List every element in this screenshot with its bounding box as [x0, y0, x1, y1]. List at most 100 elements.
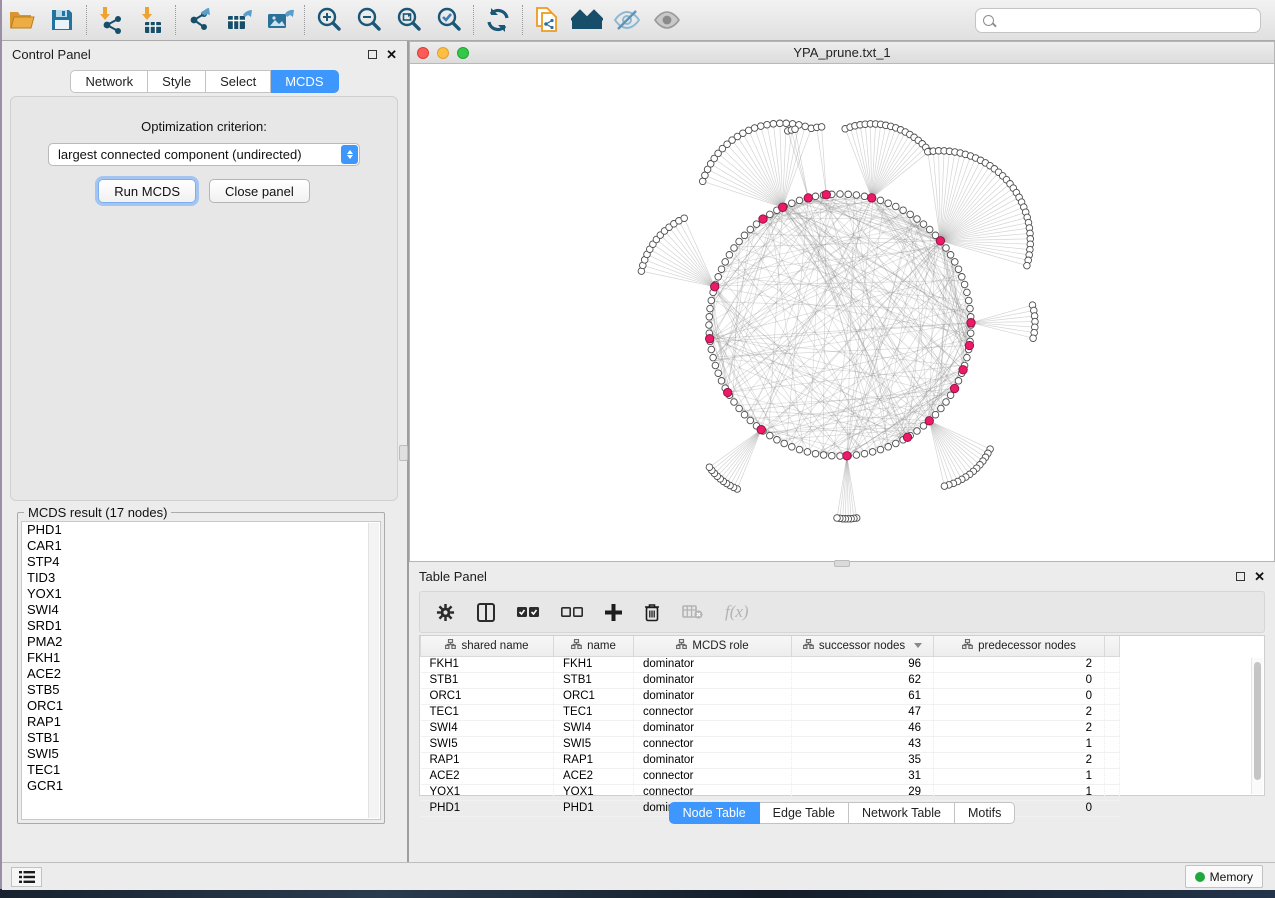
table-row[interactable]: FKH1FKH1dominator962 [421, 656, 1120, 672]
table-cell[interactable]: 2 [934, 752, 1105, 768]
table-cell[interactable]: RAP1 [421, 752, 554, 768]
table-cell[interactable]: dominator [634, 656, 792, 672]
table-cell[interactable]: dominator [634, 752, 792, 768]
network-canvas[interactable] [410, 65, 1274, 562]
search-field[interactable] [975, 8, 1261, 33]
table-cell[interactable]: dominator [634, 720, 792, 736]
table-cell[interactable]: SWI4 [421, 720, 554, 736]
table-scrollbar[interactable] [1251, 658, 1263, 794]
export-image-icon[interactable] [260, 3, 300, 37]
tab-style[interactable]: Style [148, 70, 206, 93]
zoom-in-icon[interactable] [309, 3, 349, 37]
table-row[interactable]: STB1STB1dominator620 [421, 672, 1120, 688]
node-table[interactable]: shared namenameMCDS rolesuccessor nodesp… [419, 635, 1265, 796]
list-item[interactable]: SRD1 [22, 618, 380, 634]
table-scrollbar-thumb[interactable] [1254, 662, 1261, 780]
add-column-icon[interactable] [605, 604, 622, 621]
list-item[interactable]: SWI5 [22, 746, 380, 762]
tab-network-table[interactable]: Network Table [849, 802, 955, 824]
deselect-all-icon[interactable] [561, 606, 583, 618]
list-item[interactable]: FKH1 [22, 650, 380, 666]
criterion-dropdown[interactable]: largest connected component (undirected) [48, 143, 360, 166]
list-item[interactable]: TEC1 [22, 762, 380, 778]
table-cell[interactable]: 1 [934, 768, 1105, 784]
table-row[interactable]: RAP1RAP1dominator352 [421, 752, 1120, 768]
table-cell[interactable]: 31 [792, 768, 934, 784]
table-cell[interactable]: STB1 [421, 672, 554, 688]
table-row[interactable]: SWI5SWI5connector431 [421, 736, 1120, 752]
list-item[interactable]: SWI4 [22, 602, 380, 618]
table-cell[interactable]: ORC1 [421, 688, 554, 704]
export-network-icon[interactable] [180, 3, 220, 37]
delete-column-trash-icon[interactable] [644, 603, 660, 622]
table-cell[interactable]: dominator [634, 688, 792, 704]
table-cell[interactable]: FKH1 [421, 656, 554, 672]
tab-select[interactable]: Select [206, 70, 271, 93]
toggle-graphics-details-icon[interactable] [607, 3, 647, 37]
table-cell[interactable]: connector [634, 704, 792, 720]
table-cell[interactable]: TEC1 [421, 704, 554, 720]
table-cell[interactable]: 29 [792, 784, 934, 800]
table-cell[interactable]: connector [634, 736, 792, 752]
table-cell[interactable]: 46 [792, 720, 934, 736]
table-cell[interactable]: 1 [934, 784, 1105, 800]
tab-node-table[interactable]: Node Table [669, 802, 760, 824]
table-panel-splitter-grip[interactable] [834, 560, 850, 567]
table-cell[interactable]: 2 [934, 720, 1105, 736]
table-cell[interactable]: SWI4 [554, 720, 634, 736]
import-network-icon[interactable] [91, 3, 131, 37]
column-header-successor-nodes[interactable]: successor nodes [792, 636, 934, 656]
table-cell[interactable]: 62 [792, 672, 934, 688]
table-cell[interactable]: STB1 [554, 672, 634, 688]
list-item[interactable]: PMA2 [22, 634, 380, 650]
table-cell[interactable]: 0 [934, 672, 1105, 688]
show-columns-icon[interactable] [477, 603, 495, 622]
list-item[interactable]: CAR1 [22, 538, 380, 554]
table-cell[interactable]: 47 [792, 704, 934, 720]
table-row[interactable]: TEC1TEC1connector472 [421, 704, 1120, 720]
mcds-result-list[interactable]: PHD1CAR1STP4TID3YOX1SWI4SRD1PMA2FKH1ACE2… [21, 521, 381, 820]
table-cell[interactable]: ACE2 [554, 768, 634, 784]
list-item[interactable]: ACE2 [22, 666, 380, 682]
select-all-icon[interactable] [517, 606, 539, 618]
zoom-out-icon[interactable] [349, 3, 389, 37]
table-cell[interactable]: TEC1 [554, 704, 634, 720]
table-row[interactable]: ORC1ORC1dominator610 [421, 688, 1120, 704]
table-cell[interactable]: connector [634, 784, 792, 800]
table-row[interactable]: YOX1YOX1connector291 [421, 784, 1120, 800]
column-header-predecessor-nodes[interactable]: predecessor nodes [934, 636, 1105, 656]
import-table-icon[interactable] [131, 3, 171, 37]
refresh-icon[interactable] [478, 3, 518, 37]
table-cell[interactable]: 96 [792, 656, 934, 672]
open-file-icon[interactable] [2, 3, 42, 37]
table-cell[interactable]: YOX1 [554, 784, 634, 800]
list-item[interactable]: PHD1 [22, 522, 380, 538]
panel-splitter-grip[interactable] [399, 445, 408, 461]
list-item[interactable]: YOX1 [22, 586, 380, 602]
export-table-icon[interactable] [220, 3, 260, 37]
list-item[interactable]: STP4 [22, 554, 380, 570]
table-cell[interactable]: SWI5 [421, 736, 554, 752]
table-cell[interactable]: 1 [934, 736, 1105, 752]
table-cell[interactable]: 2 [934, 704, 1105, 720]
network-window-titlebar[interactable]: YPA_prune.txt_1 [410, 42, 1274, 64]
table-cell[interactable]: connector [634, 768, 792, 784]
table-cell[interactable]: SWI5 [554, 736, 634, 752]
tab-motifs[interactable]: Motifs [955, 802, 1015, 824]
search-input[interactable] [994, 10, 1260, 30]
show-hide-view-icon[interactable] [647, 3, 687, 37]
list-item[interactable]: TID3 [22, 570, 380, 586]
list-item[interactable]: RAP1 [22, 714, 380, 730]
close-panel-icon[interactable]: ✕ [386, 50, 397, 59]
task-history-button[interactable] [11, 867, 42, 887]
float-table-panel-icon[interactable] [1236, 572, 1245, 581]
tab-network[interactable]: Network [70, 70, 148, 93]
list-item[interactable]: STB5 [22, 682, 380, 698]
table-row[interactable]: SWI4SWI4dominator462 [421, 720, 1120, 736]
close-table-panel-icon[interactable]: ✕ [1254, 572, 1265, 581]
table-settings-gear-icon[interactable] [436, 603, 455, 622]
table-cell[interactable]: ACE2 [421, 768, 554, 784]
table-cell[interactable]: 43 [792, 736, 934, 752]
column-header-shared-name[interactable]: shared name [421, 636, 554, 656]
list-item[interactable]: ORC1 [22, 698, 380, 714]
